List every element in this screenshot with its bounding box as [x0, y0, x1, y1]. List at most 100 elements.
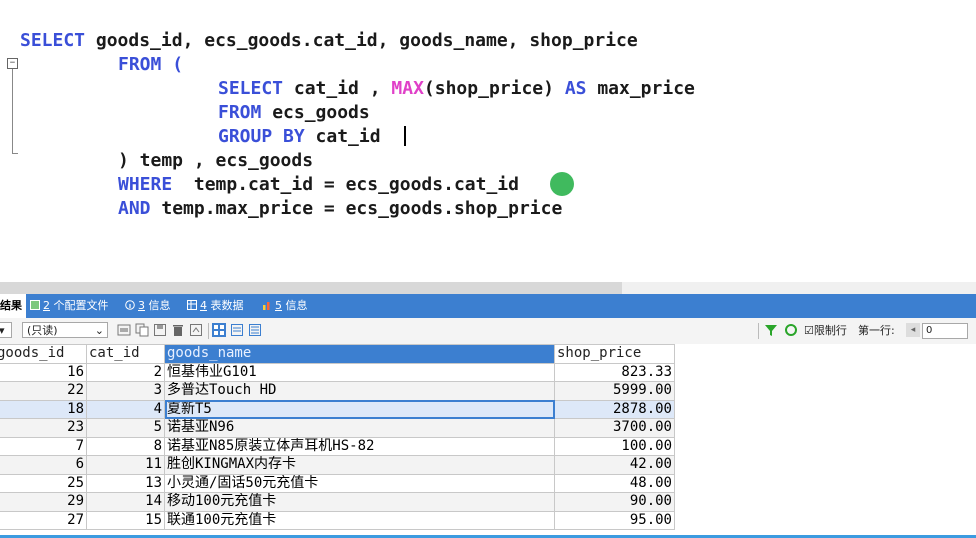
refresh-icon[interactable]: [189, 323, 203, 337]
profile-icon: [30, 300, 40, 310]
table-row[interactable]: 23 5 诺基亚N96 3700.00: [0, 418, 675, 438]
table-row[interactable]: 16 2 恒基伟业G101 823.33: [0, 362, 675, 382]
code-line-1[interactable]: SELECT goods_id, ecs_goods.cat_id, goods…: [20, 30, 638, 52]
table-cell-shop-price[interactable]: 5999.00: [554, 381, 675, 401]
table-cell-cat-id[interactable]: 3: [86, 381, 165, 401]
table-row[interactable]: 27 15 联通100元充值卡 95.00: [0, 510, 675, 530]
table-cell-cat-id[interactable]: 8: [86, 436, 165, 456]
scrollbar-thumb[interactable]: [0, 282, 622, 294]
tab-messages[interactable]: 3 信息: [125, 294, 171, 318]
table-cell-goods-id[interactable]: 22: [0, 381, 87, 401]
code-token: cat_id ,: [283, 78, 392, 99]
form-view-icon[interactable]: [230, 323, 244, 337]
text-view-icon[interactable]: [248, 323, 262, 337]
tab-info-label: 信息: [285, 299, 308, 312]
table-cell-cat-id[interactable]: 14: [86, 492, 165, 512]
table-cell-shop-price[interactable]: 48.00: [554, 473, 675, 493]
code-line-6[interactable]: ) temp , ecs_goods: [118, 150, 313, 172]
table-cell-cat-id[interactable]: 2: [86, 362, 165, 382]
first-row-input[interactable]: 0: [922, 323, 968, 339]
table-row[interactable]: 6 11 胜创KINGMAX内存卡 42.00: [0, 455, 675, 475]
table-row[interactable]: 29 14 移动100元充值卡 90.00: [0, 492, 675, 512]
save-icon[interactable]: [153, 323, 167, 337]
tab-info[interactable]: 5 信息: [262, 294, 308, 318]
previous-page-button[interactable]: ◂: [906, 323, 920, 337]
table-row[interactable]: 25 13 小灵通/固话50元充值卡 48.00: [0, 473, 675, 493]
code-line-4[interactable]: FROM ecs_goods: [218, 102, 370, 124]
tab-result[interactable]: 结果: [0, 294, 26, 318]
table-cell-cat-id[interactable]: 15: [86, 510, 165, 530]
table-cell-goods-name[interactable]: 恒基伟业G101: [164, 362, 555, 382]
table-row[interactable]: 22 3 多普达Touch HD 5999.00: [0, 381, 675, 401]
table-cell-goods-name[interactable]: 小灵通/固话50元充值卡: [164, 473, 555, 493]
table-cell-goods-name[interactable]: 诺基亚N85原装立体声耳机HS-82: [164, 436, 555, 456]
table-cell-shop-price[interactable]: 90.00: [554, 492, 675, 512]
table-cell-cat-id[interactable]: 13: [86, 473, 165, 493]
table-cell-goods-name[interactable]: 诺基亚N96: [164, 418, 555, 438]
filter-icon[interactable]: [764, 323, 778, 337]
table-cell-goods-id[interactable]: 7: [0, 436, 87, 456]
table-cell-goods-id[interactable]: 16: [0, 362, 87, 382]
tab-profile[interactable]: 2 个配置文件: [30, 294, 109, 318]
result-grid[interactable]: goods_id cat_id goods_name shop_price 16…: [0, 344, 976, 534]
table-cell-shop-price[interactable]: 2878.00: [554, 399, 675, 419]
table-icon: [187, 300, 197, 310]
fold-toggle-icon[interactable]: −: [7, 58, 18, 69]
tab-table-data[interactable]: 4 表数据: [187, 294, 244, 318]
code-token: ) temp , ecs_goods: [118, 150, 314, 171]
fold-guide-line: [12, 69, 13, 153]
code-line-5[interactable]: GROUP BY cat_id: [218, 126, 381, 148]
table-cell-goods-name[interactable]: 联通100元充值卡: [164, 510, 555, 530]
limit-rows-label: 限制行: [813, 324, 847, 337]
horizontal-scrollbar[interactable]: [0, 282, 976, 294]
view-mode-dropdown[interactable]: ▾: [0, 322, 12, 338]
tab-table-data-number: 4: [200, 299, 207, 312]
grid-view-icon[interactable]: [212, 323, 226, 337]
table-row[interactable]: 7 8 诺基亚N85原装立体声耳机HS-82 100.00: [0, 436, 675, 456]
column-header-cat-id[interactable]: cat_id: [86, 344, 165, 364]
code-token: temp.cat_id = ecs_goods.cat_id: [172, 174, 519, 195]
table-cell-goods-id[interactable]: 25: [0, 473, 87, 493]
table-cell-goods-id[interactable]: 27: [0, 510, 87, 530]
table-cell-goods-id[interactable]: 6: [0, 455, 87, 475]
code-token: AND: [118, 198, 151, 219]
table-cell-goods-name[interactable]: 多普达Touch HD: [164, 381, 555, 401]
reset-filter-icon[interactable]: [784, 323, 798, 337]
table-cell-shop-price[interactable]: 823.33: [554, 362, 675, 382]
table-cell-goods-name[interactable]: 移动100元充值卡: [164, 492, 555, 512]
checkbox-icon[interactable]: ☑: [804, 324, 814, 337]
table-cell-goods-id[interactable]: 18: [0, 399, 87, 419]
read-only-dropdown[interactable]: (只读) ⌄: [22, 322, 108, 338]
table-cell-shop-price[interactable]: 42.00: [554, 455, 675, 475]
table-cell-cat-id[interactable]: 11: [86, 455, 165, 475]
table-row[interactable]: 18 4 夏新T5 2878.00: [0, 399, 675, 419]
table-cell-goods-name[interactable]: 胜创KINGMAX内存卡: [164, 455, 555, 475]
code-line-7[interactable]: WHERE temp.cat_id = ecs_goods.cat_id: [118, 174, 519, 196]
code-token: ecs_goods: [261, 102, 370, 123]
table-cell-cat-id[interactable]: 5: [86, 418, 165, 438]
delete-icon[interactable]: [171, 323, 185, 337]
column-header-goods-name[interactable]: goods_name: [164, 344, 555, 364]
export-icon[interactable]: [117, 323, 131, 337]
table-cell-goods-id[interactable]: 29: [0, 492, 87, 512]
tab-table-data-label: 表数据: [210, 299, 244, 312]
sql-editor[interactable]: − SELECT goods_id, ecs_goods.cat_id, goo…: [0, 0, 976, 282]
table-cell-goods-id[interactable]: 23: [0, 418, 87, 438]
table-cell-cat-id[interactable]: 4: [86, 399, 165, 419]
code-token: cat_id: [304, 126, 381, 147]
column-header-shop-price[interactable]: shop_price: [554, 344, 675, 364]
code-line-2[interactable]: FROM (: [118, 54, 183, 76]
copy-icon[interactable]: [135, 323, 149, 337]
code-token: SELECT: [20, 30, 86, 51]
table-cell-goods-name[interactable]: 夏新T5: [164, 399, 555, 419]
code-line-3[interactable]: SELECT cat_id , MAX(shop_price) AS max_p…: [218, 78, 695, 100]
table-cell-shop-price[interactable]: 95.00: [554, 510, 675, 530]
column-header-goods-id[interactable]: goods_id: [0, 344, 87, 364]
code-line-8[interactable]: AND temp.max_price = ecs_goods.shop_pric…: [118, 198, 562, 220]
result-tabs: 结果 2 个配置文件 3 信息 4 表数据 5 信息: [0, 294, 976, 318]
chevron-down-icon: ⌄: [94, 324, 104, 337]
limit-rows-toggle[interactable]: ☑限制行: [804, 318, 847, 344]
table-cell-shop-price[interactable]: 3700.00: [554, 418, 675, 438]
code-token: WHERE: [118, 174, 173, 195]
table-cell-shop-price[interactable]: 100.00: [554, 436, 675, 456]
